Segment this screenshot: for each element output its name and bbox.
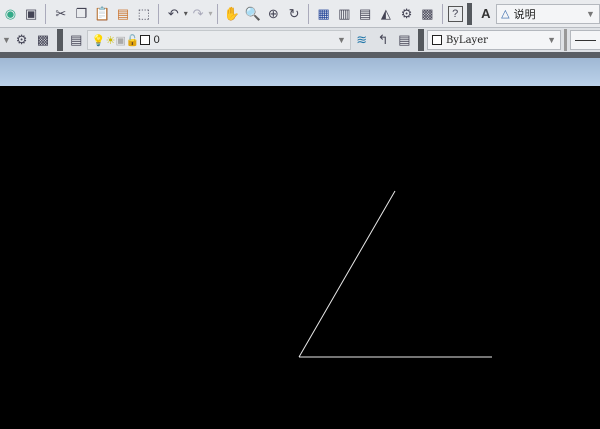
zoom-window-icon[interactable]: ⊕ [264,4,283,24]
help-icon[interactable]: ? [447,5,463,22]
markup-icon[interactable]: ⚙ [397,4,416,24]
design-center-icon[interactable]: ▥ [335,4,354,24]
layer-value: 0 [153,34,160,46]
drawing-canvas[interactable] [0,86,600,429]
separator [45,3,47,24]
zoom-realtime-icon[interactable]: 🔍 [243,4,262,24]
pan-icon[interactable]: ✋ [222,4,241,24]
chevron-down-icon: ▼ [585,8,595,19]
zoom-previous-icon[interactable]: ↻ [285,4,304,24]
color-dropdown[interactable]: ByLayer ▼ [426,30,562,50]
text-style-value: 说明 [513,8,536,21]
separator [441,3,443,24]
make-current-layer-icon[interactable]: ≋ [352,30,371,50]
layer-color-swatch [139,35,150,45]
layer-dropdown[interactable]: 💡 ☀ ▣ 🔓 0 ▼ [86,30,351,50]
block-editor-icon[interactable]: ⬚ [134,4,153,24]
toolbar-grip[interactable] [56,29,63,51]
calculator-icon[interactable]: ▩ [418,4,437,24]
color-value: ByLayer [445,34,488,46]
toolbar-grip[interactable] [564,29,567,51]
chevron-down-icon: ▼ [337,35,346,45]
open-icon[interactable]: ◉ [1,4,20,24]
linetype-dropdown[interactable] [569,30,600,50]
drawing-tab-bar [0,58,600,86]
layer-states-icon[interactable]: ▤ [395,30,414,50]
properties-icon[interactable]: ▦ [314,4,333,24]
text-style-dropdown[interactable]: △ 说明 ▼ [496,3,600,24]
match-properties-icon[interactable]: ▤ [114,4,133,24]
slanted-line[interactable] [298,190,396,358]
toolbar-grip[interactable] [466,2,473,25]
color-swatch [431,35,442,45]
copy-icon[interactable]: ❐ [72,4,91,24]
chevron-down-icon[interactable]: ▼ [2,35,11,45]
cut-icon[interactable]: ✂ [51,4,70,24]
layers-toolbar: ▼ ⚙ ▩ ▤ 💡 ☀ ▣ 🔓 0 ▼ ≋ ↰ ▤ ByLayer ▼ [0,28,600,52]
clean-screen-icon[interactable]: ▩ [33,30,52,50]
chevron-down-icon: ▼ [547,35,557,45]
layer-previous-icon[interactable]: ↰ [373,30,392,50]
standard-toolbar: ◉ ▣ ✂ ❐ 📋 ▤ ⬚ ↶ ▾ ↷ ▾ ✋ 🔍 ⊕ ↻ ▦ ▥ ▤ ◭ ⚙ ▩ … [0,0,600,28]
sheet-set-icon[interactable]: ◭ [377,4,396,24]
separator [308,3,310,24]
tool-palettes-icon[interactable]: ▤ [356,4,375,24]
save-icon[interactable]: ▣ [22,4,41,24]
redo-icon[interactable]: ↷ [189,4,208,24]
paste-icon[interactable]: 📋 [93,4,112,24]
separator [216,3,218,24]
workspace-settings-icon[interactable]: ⚙ [12,30,31,50]
toolbar-grip[interactable] [418,29,424,51]
undo-icon[interactable]: ↶ [164,4,183,24]
layer-properties-icon[interactable]: ▤ [67,30,86,50]
text-style-icon[interactable]: A [476,4,495,24]
separator [158,3,160,24]
